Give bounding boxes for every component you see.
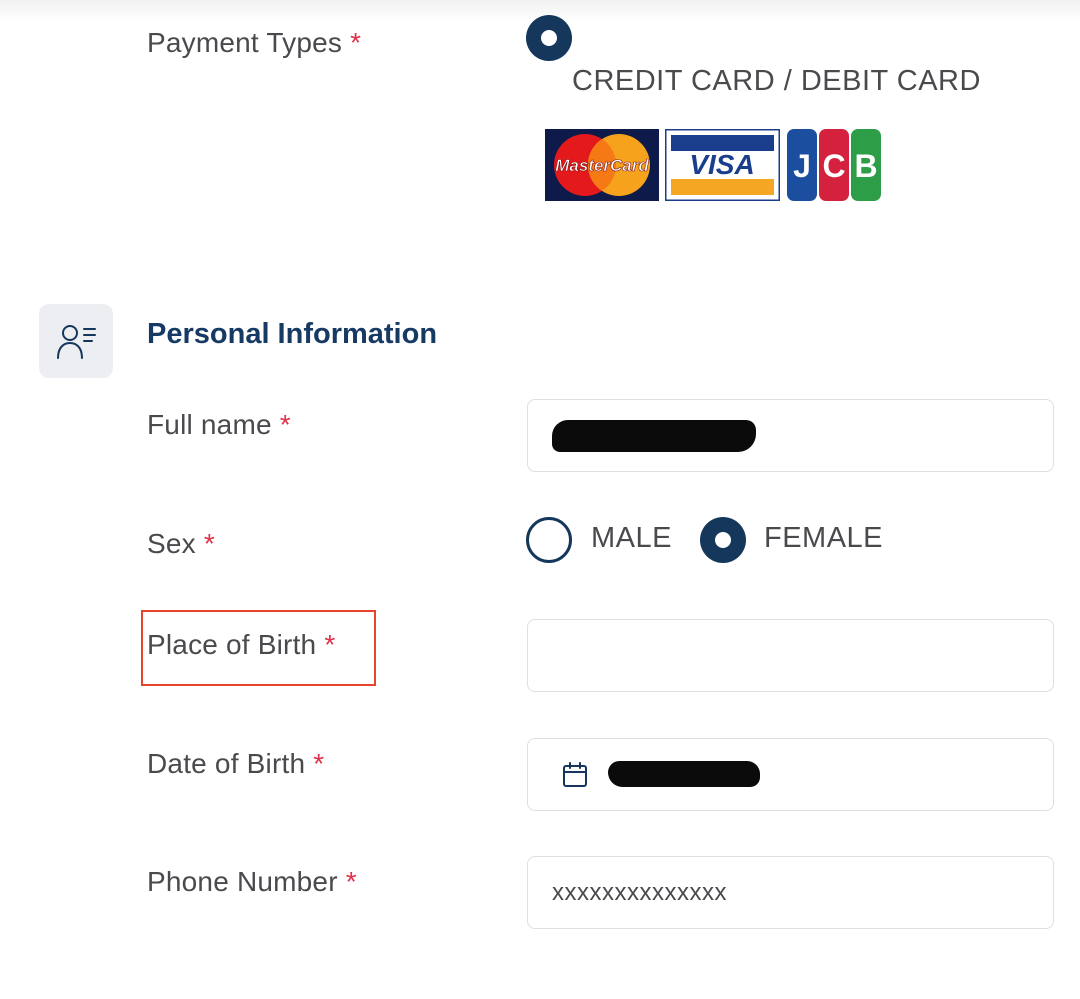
place-of-birth-input[interactable] — [527, 619, 1054, 692]
svg-text:J: J — [793, 148, 811, 184]
jcb-logo: J C B — [787, 129, 881, 201]
calendar-icon — [563, 762, 587, 787]
personal-information-title: Personal Information — [147, 318, 438, 350]
phone-number-label: Phone Number * — [147, 866, 357, 897]
date-of-birth-label: Date of Birth * — [147, 748, 325, 779]
credit-card-radio[interactable] — [526, 15, 572, 61]
credit-card-option-label: CREDIT CARD / DEBIT CARD — [572, 65, 981, 97]
svg-text:C: C — [822, 148, 845, 184]
female-option-label: FEMALE — [764, 522, 884, 554]
phone-number-value: xxxxxxxxxxxxxx — [552, 879, 727, 906]
phone-number-input[interactable]: xxxxxxxxxxxxxx — [527, 856, 1054, 929]
mastercard-logo: MasterCard — [545, 129, 659, 201]
place-of-birth-label: Place of Birth * — [147, 629, 336, 660]
sex-label: Sex * — [147, 528, 215, 559]
svg-text:B: B — [854, 148, 877, 184]
svg-text:MasterCard: MasterCard — [555, 156, 649, 175]
visa-logo: VISA — [665, 129, 780, 201]
redaction-mark — [608, 761, 760, 787]
male-option-label: MALE — [591, 522, 672, 554]
date-of-birth-input[interactable] — [527, 738, 1054, 811]
male-radio[interactable] — [526, 517, 572, 563]
personal-info-icon-box — [39, 304, 113, 378]
full-name-input[interactable] — [527, 399, 1054, 472]
payment-types-label: Payment Types * — [147, 27, 362, 58]
full-name-label: Full name * — [147, 409, 291, 440]
female-radio[interactable] — [700, 517, 746, 563]
redaction-mark — [552, 420, 756, 452]
svg-text:VISA: VISA — [689, 149, 754, 180]
user-details-icon — [57, 325, 96, 359]
